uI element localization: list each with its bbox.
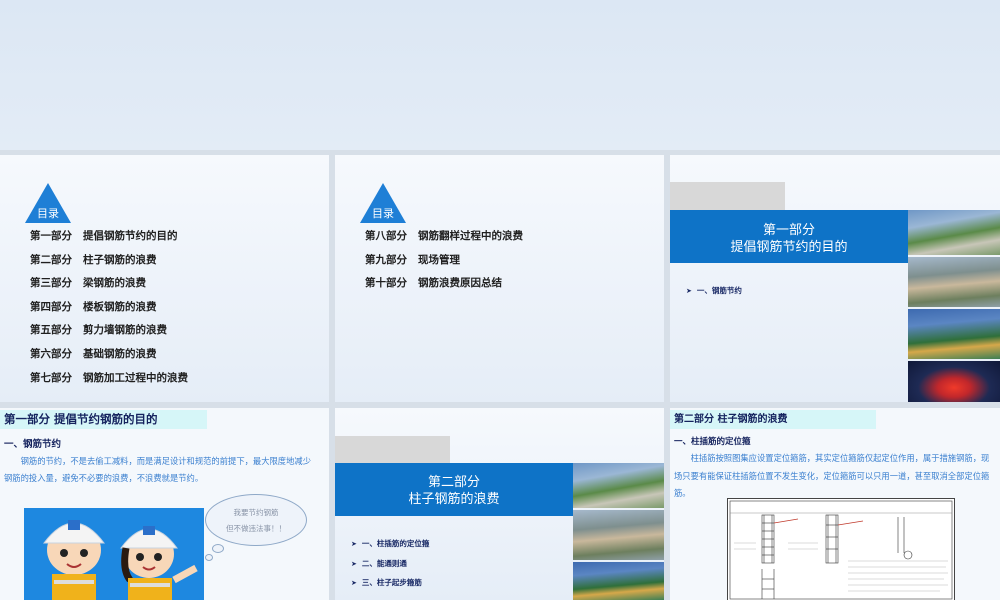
toc-item: 第九部分 现场管理 bbox=[365, 253, 460, 266]
bullet-item: ➤ 一、钢筋节约 bbox=[686, 286, 742, 295]
subheading: 一、钢筋节约 bbox=[4, 439, 62, 450]
toc-item: 第八部分 钢筋翻样过程中的浪费 bbox=[365, 230, 523, 242]
toc-item: 第四部分 楼板钢筋的浪费 bbox=[30, 300, 157, 313]
toc-list: 第八部分 钢筋翻样过程中的浪费 第九部分 现场管理 第十部分 钢筋浪费原因总结 bbox=[365, 228, 523, 299]
section-title-banner: 第二部分 柱子钢筋的浪费 bbox=[335, 463, 573, 516]
section-title-line2: 柱子钢筋的浪费 bbox=[408, 492, 500, 507]
slide-thumbnail-toc-1[interactable]: 目录 第一部分 提倡钢筋节约的目的 第二部分 柱子钢筋的浪费 第三部分 梁钢筋的浪费 … bbox=[0, 155, 329, 402]
photo-stack bbox=[908, 210, 1000, 402]
bubble-text-line2: 但不做违法事！！ bbox=[226, 524, 286, 533]
workers-cartoon-image bbox=[24, 508, 204, 600]
construction-drawing-image bbox=[727, 498, 955, 600]
preview-area bbox=[0, 0, 1000, 150]
toc-item: 第六部分 基础钢筋的浪费 bbox=[30, 347, 157, 360]
toc-list: 第一部分 提倡钢筋节约的目的 第二部分 柱子钢筋的浪费 第三部分 梁钢筋的浪费 第四部… bbox=[30, 228, 188, 393]
decorative-tab bbox=[335, 436, 450, 463]
toc-badge-label: 目录 bbox=[372, 207, 394, 220]
body-paragraph: 钢筋的节约，不是去偷工减料，而是满足设计和规范的前提下，最大限度地减少钢筋的投入… bbox=[4, 456, 311, 483]
city-photo bbox=[908, 257, 1000, 307]
slide-thumbnail-part2-content[interactable]: 第二部分 柱子钢筋的浪费 一、柱插筋的定位箍 柱插筋按照图集应设置定位箍筋，其实… bbox=[670, 408, 1000, 600]
slide-thumbnail-part1-cover[interactable]: 第一部分 提倡钢筋节约的目的 ➤ 一、钢筋节约 bbox=[670, 155, 1000, 402]
bubble-text-line1: 我要节约钢筋 bbox=[233, 508, 279, 517]
toc-item: 第七部分 钢筋加工过程中的浪费 bbox=[30, 371, 188, 384]
slide-thumbnail-toc-2[interactable]: 目录 第八部分 钢筋翻样过程中的浪费 第九部分 现场管理 第十部分 钢筋浪费原因总结 bbox=[335, 155, 664, 402]
section-title-banner: 第一部分 提倡钢筋节约的目的 bbox=[670, 210, 908, 263]
photo-stack bbox=[573, 463, 664, 600]
toc-item: 第五部分 剪力墙钢筋的浪费 bbox=[30, 324, 167, 337]
slide-header: 第二部分 柱子钢筋的浪费 bbox=[670, 410, 876, 429]
toc-item: 第一部分 提倡钢筋节约的目的 bbox=[30, 230, 178, 242]
section-title-line1: 第一部分 bbox=[762, 223, 815, 238]
bubble-tail-dot bbox=[212, 544, 224, 553]
bullet-item: ➤ 三、柱子起步箍筋 bbox=[351, 578, 422, 587]
toc-badge-label: 目录 bbox=[37, 207, 59, 220]
subheading: 一、柱插筋的定位箍 bbox=[674, 437, 751, 447]
stadium-photo bbox=[908, 361, 1000, 402]
section-title-line1: 第二部分 bbox=[427, 475, 480, 490]
rebar-detail-drawing bbox=[729, 500, 953, 600]
body-paragraph: 柱插筋按照图集应设置定位箍筋，其实定位箍筋仅起定位作用，属于措施钢筋，现场只要有… bbox=[674, 453, 990, 498]
toc-item: 第三部分 梁钢筋的浪费 bbox=[30, 277, 146, 290]
bullet-item: ➤ 一、柱插筋的定位箍 bbox=[351, 539, 430, 548]
bullet-list: ➤ 一、钢筋节约 bbox=[686, 285, 742, 305]
decorative-tab bbox=[670, 182, 785, 210]
slide-thumbnail-part2-cover[interactable]: 第二部分 柱子钢筋的浪费 ➤ 一、柱插筋的定位箍 ➤ 二、能通则通 ➤ 三、柱子起步箍… bbox=[335, 408, 664, 600]
building-photo bbox=[573, 463, 664, 508]
speech-bubble: 我要节约钢筋 但不做违法事！！ bbox=[205, 494, 307, 546]
slide-thumbnail-part1-content[interactable]: 第一部分 提倡节约钢筋的目的 一、钢筋节约 钢筋的节约，不是去偷工减料，而是满足… bbox=[0, 408, 329, 600]
building-photo bbox=[908, 210, 1000, 255]
park-photo bbox=[573, 562, 664, 600]
bullet-item: ➤ 二、能通则通 bbox=[351, 558, 407, 568]
workers-illustration bbox=[42, 520, 198, 600]
toc-item: 第十部分 钢筋浪费原因总结 bbox=[365, 277, 502, 290]
section-title-line2: 提倡钢筋节约的目的 bbox=[730, 240, 848, 255]
city-photo bbox=[573, 510, 664, 560]
bullet-list: ➤ 一、柱插筋的定位箍 ➤ 二、能通则通 ➤ 三、柱子起步箍筋 bbox=[351, 538, 429, 597]
toc-item: 第二部分 柱子钢筋的浪费 bbox=[30, 253, 157, 266]
slide-header: 第一部分 提倡节约钢筋的目的 bbox=[0, 410, 207, 429]
bubble-tail-dot bbox=[205, 554, 213, 561]
park-photo bbox=[908, 309, 1000, 359]
